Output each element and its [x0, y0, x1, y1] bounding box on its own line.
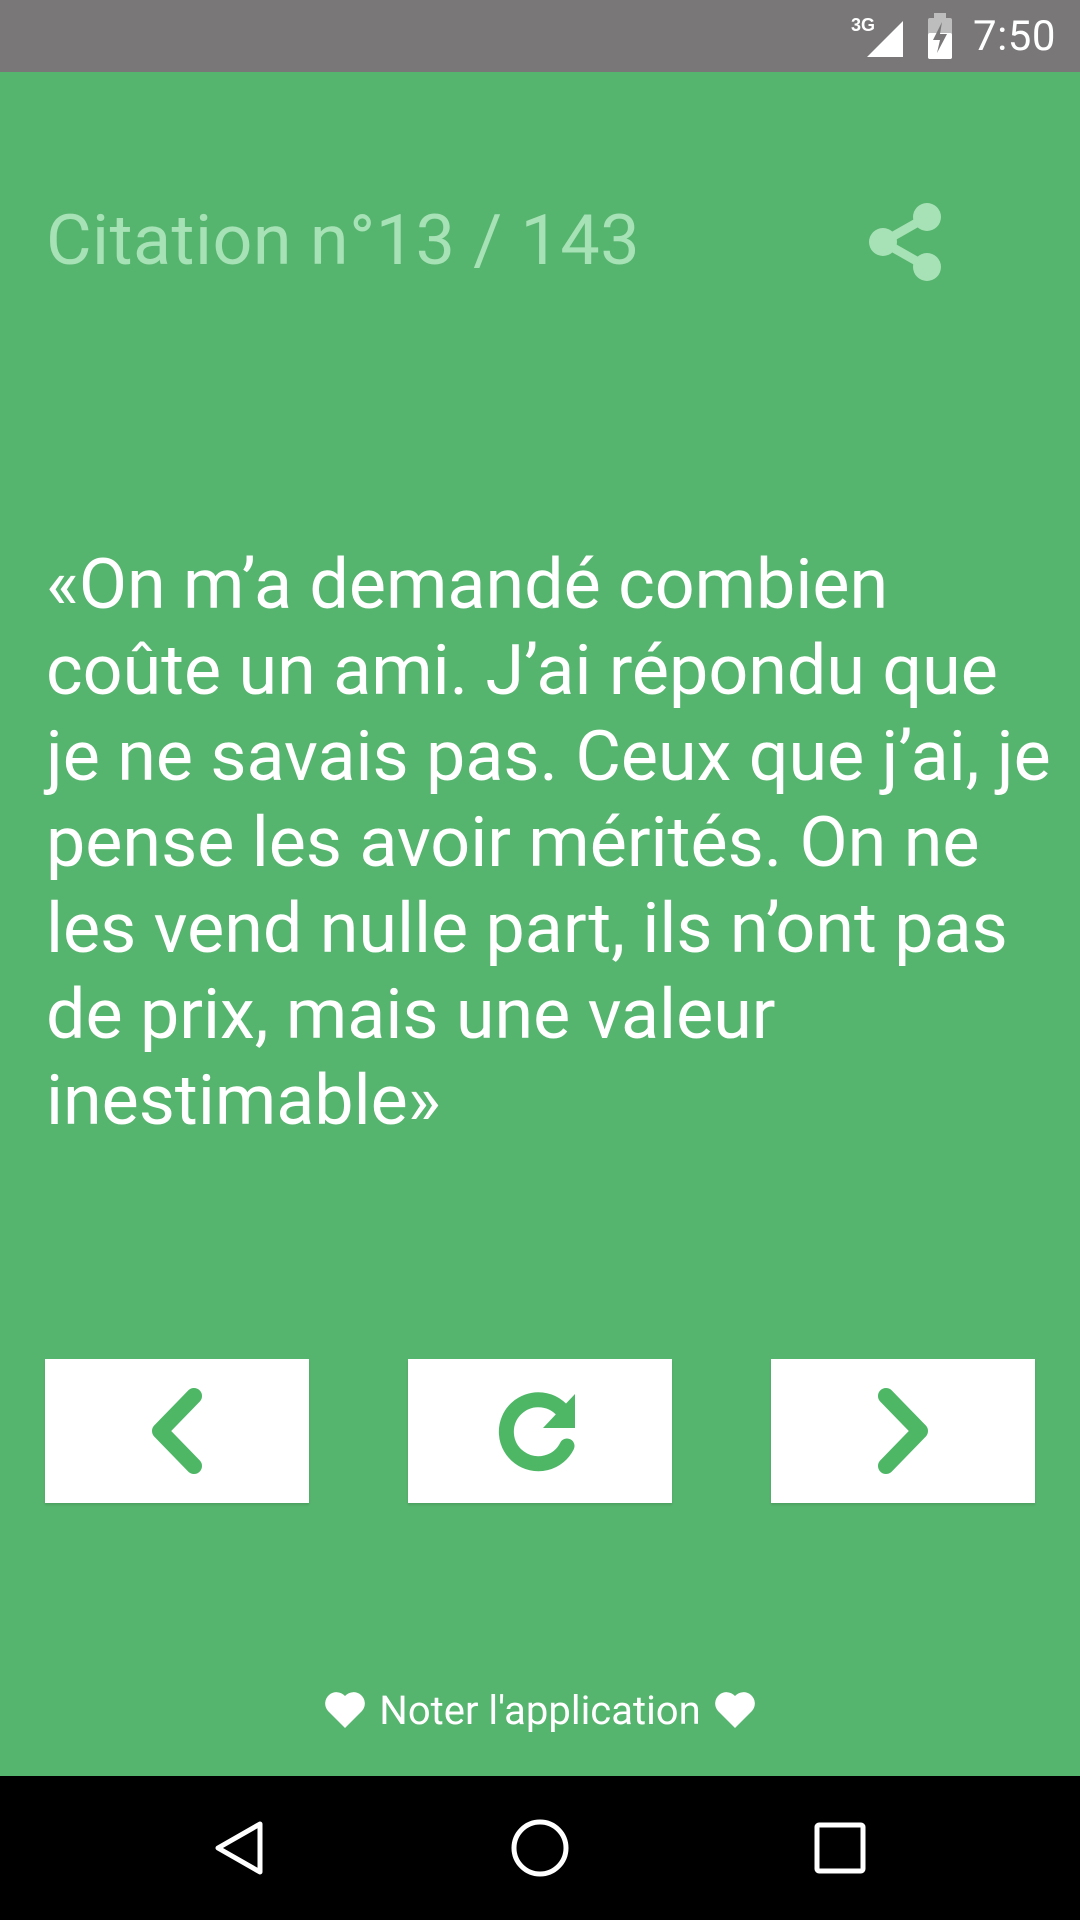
heart-icon	[714, 1692, 755, 1728]
status-time: 7:50	[973, 11, 1056, 61]
next-quote-button[interactable]	[771, 1359, 1035, 1503]
status-icons: 3G 7:50	[851, 0, 1056, 72]
app-content: Citation n°13 / 143 «On m’a demandé comb…	[0, 72, 1080, 1776]
nav-home-button[interactable]	[470, 1776, 610, 1920]
signal-3g-icon: 3G	[851, 15, 903, 57]
chevron-left-icon	[152, 1388, 202, 1474]
share-button[interactable]	[860, 197, 950, 287]
previous-quote-button[interactable]	[45, 1359, 309, 1503]
chevron-right-icon	[878, 1388, 928, 1474]
nav-back-button[interactable]	[170, 1776, 310, 1920]
quote-counter-title: Citation n°13 / 143	[46, 200, 641, 282]
status-bar: 3G 7:50	[0, 0, 1080, 72]
rate-app-link[interactable]: Noter l'application	[0, 1675, 1080, 1745]
network-type: 3G	[851, 15, 875, 35]
rate-app-label: Noter l'application	[379, 1686, 701, 1734]
quote-text: «On m’a demandé combien coûte un ami. J’…	[46, 544, 1051, 1142]
random-quote-button[interactable]	[408, 1359, 672, 1503]
home-circle-icon	[511, 1819, 569, 1877]
battery-charging-icon	[928, 13, 952, 59]
nav-recents-button[interactable]	[770, 1776, 910, 1920]
back-triangle-icon	[215, 1821, 263, 1875]
heart-icon	[325, 1692, 366, 1728]
refresh-icon	[498, 1392, 575, 1472]
recents-square-icon	[814, 1822, 866, 1874]
share-icon	[869, 203, 941, 281]
navigation-bar	[0, 1776, 1080, 1920]
